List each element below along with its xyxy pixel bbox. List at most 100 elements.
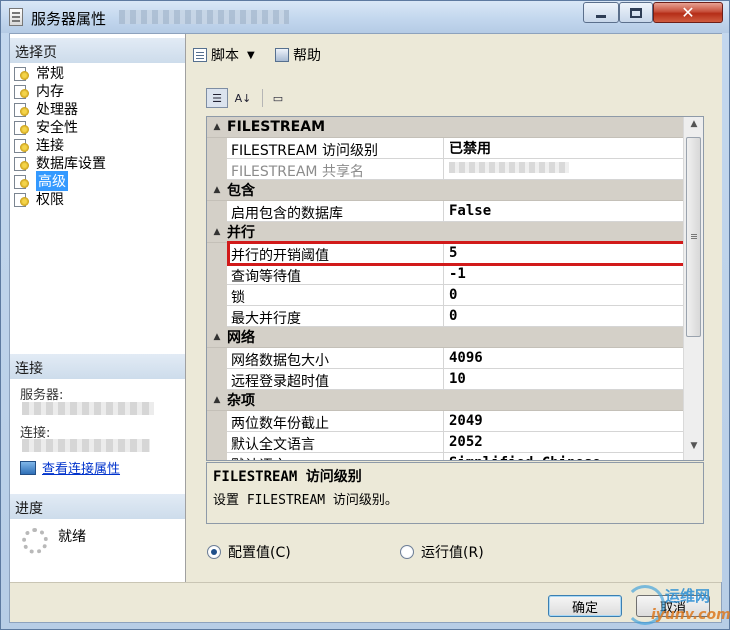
maximize-button[interactable] <box>619 2 653 23</box>
help-button[interactable]: 帮助 <box>275 45 321 65</box>
page-item[interactable]: 高级 <box>14 171 184 191</box>
grid-category-label: 杂项 <box>227 393 255 409</box>
page-item[interactable]: 处理器 <box>14 100 184 118</box>
grid-property-value[interactable]: -1 <box>444 264 683 284</box>
grid-row-margin <box>207 200 227 222</box>
connection-value-blurred <box>22 439 150 452</box>
grid-property-row[interactable]: 远程登录超时值 10 <box>207 368 683 390</box>
categorized-view-icon[interactable]: ☰ <box>206 88 228 108</box>
grid-property-value[interactable]: 0 <box>444 285 683 305</box>
page-item-label: 内存 <box>36 84 64 100</box>
page-item-label: 处理器 <box>36 102 78 118</box>
grid-property-name: 启用包含的数据库 <box>227 200 444 222</box>
configured-value-label: 配置值(C) <box>228 545 291 561</box>
ok-button[interactable]: 确定 <box>548 595 622 617</box>
view-connection-properties-label: 查看连接属性 <box>42 462 121 477</box>
page-item-label: 高级 <box>36 171 68 191</box>
grid-property-row[interactable]: 启用包含的数据库 False <box>207 200 683 222</box>
title-bar[interactable]: 服务器属性 ✕ <box>1 1 729 33</box>
grid-property-value[interactable]: 0 <box>444 306 683 326</box>
grid-row-margin <box>207 347 227 369</box>
grid-row-margin <box>207 137 227 159</box>
script-button[interactable]: 脚本 ▼ <box>193 45 255 65</box>
grid-category-row[interactable]: ▲ FILESTREAM <box>207 117 683 138</box>
scrollbar-thumb[interactable] <box>686 137 701 337</box>
grid-property-row[interactable]: FILESTREAM 共享名 <box>207 158 683 180</box>
collapse-toggle-icon[interactable]: ▲ <box>207 185 227 195</box>
minimize-button[interactable] <box>583 2 619 23</box>
property-grid-toolbar: ☰ A↓ ▭ <box>206 86 293 110</box>
progress-header: 进度 <box>10 494 185 519</box>
grid-row-margin <box>207 410 227 432</box>
grid-category-label: 并行 <box>227 225 255 241</box>
grid-property-value[interactable]: 10 <box>444 369 683 389</box>
page-item-label: 数据库设置 <box>36 156 106 172</box>
script-dropdown-arrow-icon[interactable]: ▼ <box>247 50 255 61</box>
dialog-client-area: 选择页 常规 内存 处理器 安全性 连接 数据库设置 高级 权限 连接 服务器: 连接: 查看… <box>9 33 722 623</box>
page-item[interactable]: 常规 <box>14 64 184 82</box>
grid-property-name: FILESTREAM 访问级别 <box>227 137 444 159</box>
window-document-icon <box>9 8 23 26</box>
grid-property-value[interactable]: Simplified Chinese <box>444 453 683 460</box>
title-blurred-server-name <box>119 10 289 24</box>
property-pages-icon[interactable]: ▭ <box>267 88 289 108</box>
page-wrench-icon <box>14 120 30 135</box>
page-wrench-icon <box>14 138 30 153</box>
connection-header: 连接 <box>10 354 185 379</box>
grid-property-name: 查询等待值 <box>227 263 444 285</box>
grid-row-margin <box>207 368 227 390</box>
collapse-toggle-icon[interactable]: ▲ <box>207 227 227 237</box>
running-value-radio-circle <box>400 545 414 559</box>
script-label: 脚本 <box>211 48 239 64</box>
grid-property-value[interactable]: 2049 <box>444 411 683 431</box>
collapse-toggle-icon[interactable]: ▲ <box>207 395 227 405</box>
configured-value-radio[interactable]: 配置值(C) <box>207 542 291 562</box>
grid-property-value[interactable]: 已禁用 <box>444 136 683 160</box>
window-title: 服务器属性 <box>31 10 107 28</box>
close-button[interactable]: ✕ <box>653 2 723 23</box>
collapse-toggle-icon[interactable]: ▲ <box>207 332 227 342</box>
grid-property-row[interactable]: 最大并行度 0 <box>207 305 683 327</box>
page-item[interactable]: 数据库设置 <box>14 154 184 172</box>
grid-row-margin <box>207 452 227 460</box>
page-item[interactable]: 安全性 <box>14 118 184 136</box>
grid-property-name: 最大并行度 <box>227 305 444 327</box>
grid-category-row[interactable]: ▲ 网络 <box>207 327 683 348</box>
maximize-icon <box>630 7 642 18</box>
description-title: FILESTREAM 访问级别 <box>213 469 362 485</box>
grid-property-value[interactable]: 2052 <box>444 432 683 452</box>
grid-property-value[interactable] <box>444 159 683 179</box>
grid-category-row[interactable]: ▲ 并行 <box>207 222 683 243</box>
grid-property-row[interactable]: 锁0 <box>207 284 683 306</box>
page-item[interactable]: 内存 <box>14 82 184 100</box>
page-item[interactable]: 权限 <box>14 190 184 208</box>
grid-property-row[interactable]: 查询等待值 -1 <box>207 263 683 285</box>
scroll-up-arrow-icon[interactable]: ▲ <box>687 119 701 135</box>
page-wrench-icon <box>14 66 30 81</box>
running-value-label: 运行值(R) <box>421 545 484 561</box>
collapse-toggle-icon[interactable]: ▲ <box>207 122 227 132</box>
grid-property-row[interactable]: 默认语言Simplified Chinese <box>207 452 683 460</box>
grid-property-row[interactable]: FILESTREAM 访问级别 已禁用 <box>207 136 683 160</box>
cancel-button[interactable]: 取消 <box>636 595 710 617</box>
grid-property-name: FILESTREAM 共享名 <box>227 158 444 180</box>
grid-category-row[interactable]: ▲ 包含 <box>207 180 683 201</box>
grid-property-row[interactable]: 默认全文语言 2052 <box>207 431 683 453</box>
property-grid-scrollbar[interactable]: ▲ ▼ <box>683 117 703 460</box>
page-item[interactable]: 连接 <box>14 136 184 154</box>
grid-property-row[interactable]: 网络数据包大小 4096 <box>207 347 683 369</box>
grid-property-value[interactable]: 5 <box>444 243 683 263</box>
grid-category-label: 网络 <box>227 330 255 346</box>
view-connection-properties-link[interactable]: 查看连接属性 <box>20 458 120 477</box>
blurred-value <box>449 162 569 173</box>
grid-property-value[interactable]: False <box>444 201 683 221</box>
running-value-radio[interactable]: 运行值(R) <box>400 542 484 562</box>
scroll-down-arrow-icon[interactable]: ▼ <box>687 441 701 457</box>
alphabetical-sort-icon[interactable]: A↓ <box>232 88 254 108</box>
grid-property-value[interactable]: 4096 <box>444 348 683 368</box>
grid-category-row[interactable]: ▲ 杂项 <box>207 390 683 411</box>
grid-property-name: 默认语言 <box>227 452 444 460</box>
grid-property-row[interactable]: 并行的开销阈值 5 <box>207 242 683 264</box>
grid-property-row[interactable]: 两位数年份截止 2049 <box>207 410 683 432</box>
toolbar: 脚本 ▼ 帮助 <box>187 34 722 70</box>
